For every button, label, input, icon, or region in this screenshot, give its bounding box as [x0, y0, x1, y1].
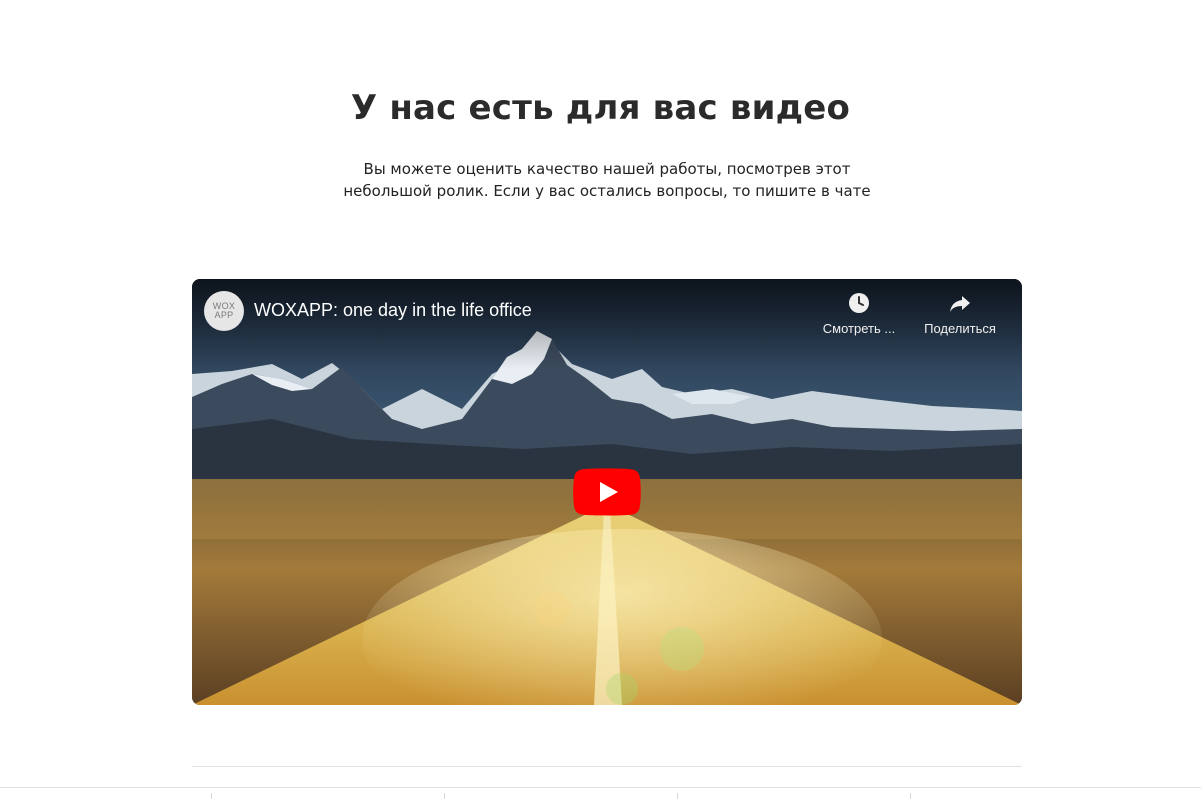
play-button[interactable]	[573, 468, 641, 516]
video-player[interactable]: WOX APP WOXAPP: one day in the life offi…	[192, 279, 1022, 705]
column-divider	[444, 793, 445, 799]
channel-avatar[interactable]: WOX APP	[204, 291, 244, 331]
video-title[interactable]: WOXAPP: one day in the life office	[254, 300, 532, 321]
bottom-border	[0, 787, 1201, 788]
share-button[interactable]: Поделиться	[915, 291, 1005, 336]
section-divider	[192, 766, 1022, 767]
column-divider	[211, 793, 212, 799]
column-divider	[677, 793, 678, 799]
section-description: Вы можете оценить качество нашей работы,…	[343, 160, 871, 200]
page: У нас есть для вас видео Вы можете оцени…	[0, 0, 1201, 799]
share-arrow-icon	[950, 296, 970, 312]
share-label: Поделиться	[924, 321, 996, 336]
watch-later-button[interactable]: Смотреть ...	[814, 291, 904, 336]
column-divider	[910, 793, 911, 799]
section-heading: У нас есть для вас видео	[350, 88, 851, 128]
watch-later-label: Смотреть ...	[822, 321, 896, 336]
clock-icon	[849, 293, 869, 313]
channel-logo-text-line2: APP	[214, 310, 234, 320]
